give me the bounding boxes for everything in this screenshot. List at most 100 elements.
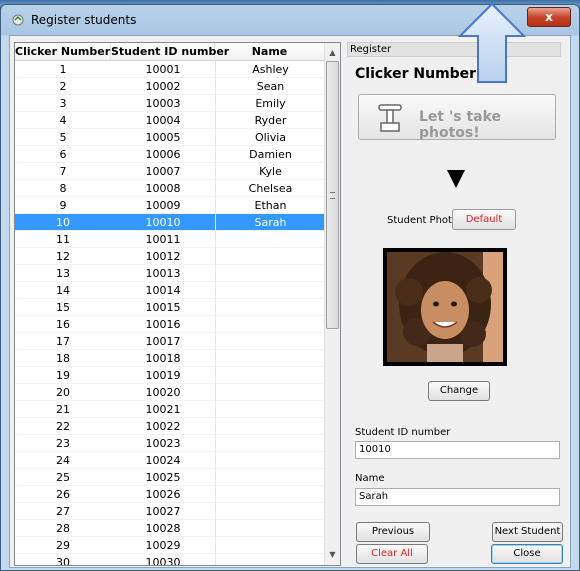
cell-clicker-number: 18	[56, 352, 70, 365]
table-row[interactable]: 29 10029	[15, 537, 325, 554]
cell-student-id: 10007	[145, 165, 181, 178]
cell-name: Chelsea	[215, 180, 325, 197]
table-row[interactable]: 14 10014	[15, 282, 325, 299]
cell-student-id: 10018	[145, 352, 181, 365]
cell-clicker-number: 28	[56, 522, 70, 535]
cell-clicker-number: 2	[59, 80, 67, 93]
register-panel: Register Clicker Number 10 Let 's take p…	[347, 42, 569, 566]
column-header-student-id[interactable]: Student ID number	[111, 43, 229, 61]
cell-clicker-number: 19	[56, 369, 70, 382]
cell-clicker-number: 29	[56, 539, 70, 552]
table-row[interactable]: 16 10016	[15, 316, 325, 333]
table-row[interactable]: 22 10022	[15, 418, 325, 435]
cell-clicker-number: 24	[56, 454, 70, 467]
table-row[interactable]: 12 10012	[15, 248, 325, 265]
scroll-down-icon[interactable]: ▼	[325, 547, 340, 563]
window-title: Register students	[31, 13, 137, 27]
table-row[interactable]: 24 10024	[15, 452, 325, 469]
cell-clicker-number: 17	[56, 335, 70, 348]
cell-name	[215, 486, 325, 503]
cell-name	[215, 299, 325, 316]
column-header-name[interactable]: Name	[215, 43, 325, 61]
table-row[interactable]: 20 10020	[15, 384, 325, 401]
table-row[interactable]: 19 10019	[15, 367, 325, 384]
table-row[interactable]: 21 10021	[15, 401, 325, 418]
cell-clicker-number: 25	[56, 471, 70, 484]
student-id-label: Student ID number	[355, 427, 451, 438]
cell-student-id: 10022	[145, 420, 181, 433]
cell-clicker-number: 21	[56, 403, 70, 416]
cell-clicker-number: 12	[56, 250, 70, 263]
clear-all-button[interactable]: Clear All	[356, 544, 428, 564]
take-photos-button[interactable]: Let 's take photos!	[358, 94, 556, 141]
table-row[interactable]: 17 10017	[15, 333, 325, 350]
cell-clicker-number: 6	[59, 148, 67, 161]
cell-student-id: 10014	[145, 284, 181, 297]
table-header: Clicker Number Student ID number Name	[15, 43, 325, 61]
cell-name	[215, 435, 325, 452]
table-row[interactable]: 1 10001 Ashley	[15, 61, 325, 78]
cell-clicker-number: 22	[56, 420, 70, 433]
default-photo-button[interactable]: Default	[452, 209, 516, 230]
cell-name	[215, 537, 325, 554]
close-icon: x	[545, 10, 553, 24]
close-button[interactable]: Close	[491, 544, 563, 564]
students-table: Clicker Number Student ID number Name 11…	[14, 42, 341, 566]
cell-name: Kyle	[215, 163, 325, 180]
student-id-field[interactable]: 10010	[355, 441, 560, 459]
table-row[interactable]: 8 10008 Chelsea	[15, 180, 325, 197]
cell-name: Olivia	[215, 129, 325, 146]
cell-student-id: 10016	[145, 318, 181, 331]
table-row[interactable]: 6 10006 Damien	[15, 146, 325, 163]
next-student-button[interactable]: Next Student	[492, 522, 563, 542]
scrollbar-thumb[interactable]	[326, 61, 339, 329]
table-row[interactable]: 10 10010 Sarah	[15, 214, 325, 231]
table-row[interactable]: 11 10011	[15, 231, 325, 248]
table-row[interactable]: 28 10028	[15, 520, 325, 537]
cell-student-id: 10028	[145, 522, 181, 535]
scroll-up-icon[interactable]: ▲	[325, 45, 340, 61]
table-row[interactable]: 3 10003 Emily	[15, 95, 325, 112]
student-photo-label: Student Photo	[387, 215, 459, 226]
cell-name	[215, 248, 325, 265]
app-icon	[12, 14, 24, 26]
table-row[interactable]: 23 10023	[15, 435, 325, 452]
cell-clicker-number: 3	[59, 97, 67, 110]
cell-name: Emily	[215, 95, 325, 112]
table-row[interactable]: 15 10015	[15, 299, 325, 316]
scroll-grip-icon	[330, 192, 335, 199]
cell-student-id: 10013	[145, 267, 181, 280]
cell-student-id: 10017	[145, 335, 181, 348]
table-row[interactable]: 2 10002 Sean	[15, 78, 325, 95]
student-photo-frame	[383, 248, 507, 366]
table-row[interactable]: 7 10007 Kyle	[15, 163, 325, 180]
cell-student-id: 10025	[145, 471, 181, 484]
table-row[interactable]: 13 10013	[15, 265, 325, 282]
name-field[interactable]: Sarah	[355, 488, 560, 506]
change-photo-button[interactable]: Change	[428, 381, 490, 401]
cell-clicker-number: 14	[56, 284, 70, 297]
table-row[interactable]: 18 10018	[15, 350, 325, 367]
table-row[interactable]: 5 10005 Olivia	[15, 129, 325, 146]
table-row[interactable]: 4 10004 Ryder	[15, 112, 325, 129]
previous-student-button[interactable]: Previous Student	[356, 522, 430, 555]
cell-name: Ryder	[215, 112, 325, 129]
cell-clicker-number: 27	[56, 505, 70, 518]
cell-name	[215, 316, 325, 333]
cell-clicker-number: 7	[59, 165, 67, 178]
window-close-button[interactable]: x	[527, 7, 571, 27]
cell-name	[215, 231, 325, 248]
cell-clicker-number: 4	[59, 114, 67, 127]
cell-clicker-number: 9	[59, 199, 67, 212]
column-header-clicker-number[interactable]: Clicker Number	[15, 43, 111, 61]
cell-name	[215, 418, 325, 435]
table-row[interactable]: 25 10025	[15, 469, 325, 486]
table-row[interactable]: 26 10026	[15, 486, 325, 503]
table-row[interactable]: 9 10009 Ethan	[15, 197, 325, 214]
student-photo	[387, 252, 503, 362]
register-students-window: Register students x Clicker Number Stude…	[0, 4, 580, 571]
table-scrollbar[interactable]: ▲ ▼	[324, 43, 340, 565]
cell-clicker-number: 30	[56, 556, 70, 566]
table-row[interactable]: 27 10027	[15, 503, 325, 520]
table-row[interactable]: 30 10030	[15, 554, 325, 566]
